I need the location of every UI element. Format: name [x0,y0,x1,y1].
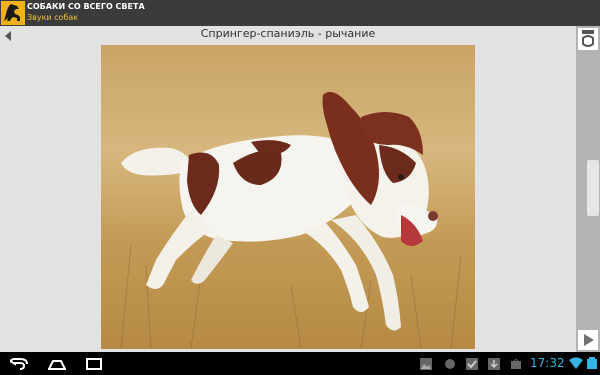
download-icon [488,358,500,370]
store-icon [511,359,521,369]
chat-icon [445,359,455,369]
battery-icon [587,357,597,369]
recent-apps-icon[interactable] [86,358,102,370]
back-nav-icon[interactable] [10,358,28,370]
image-icon [420,358,432,370]
status-clock: 17:32 [530,356,565,370]
check-icon [466,358,478,370]
wifi-icon [569,357,583,369]
rotate-icon[interactable] [578,28,598,50]
content-area: Спрингер-спаниэль - рычание [0,26,576,352]
home-nav-icon[interactable] [48,360,66,370]
dog-photo [101,45,475,349]
app-title: СОБАКИ СО ВСЕГО СВЕТА [27,2,145,11]
app-logo-icon[interactable] [1,1,25,25]
system-nav-bar [0,352,600,375]
app-subtitle: Звуки собак [27,13,79,22]
title-bar: СОБАКИ СО ВСЕГО СВЕТА Звуки собак [0,0,600,26]
scroll-handle[interactable] [587,160,599,216]
sound-title: Спрингер-спаниэль - рычание [200,27,376,40]
play-button[interactable] [578,330,598,350]
